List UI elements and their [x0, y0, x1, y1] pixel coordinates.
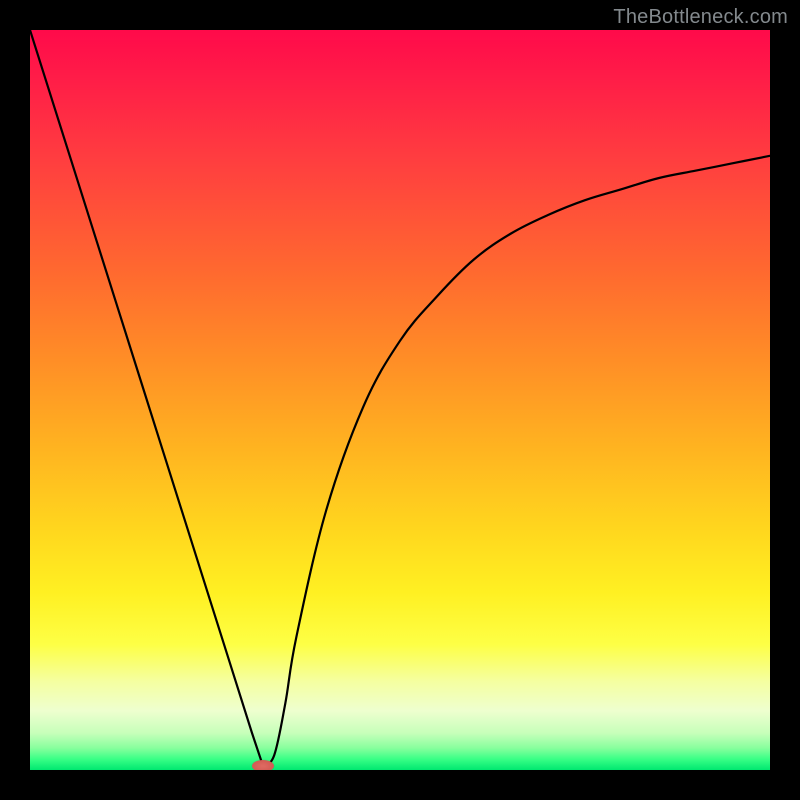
bottleneck-curve-path	[30, 30, 770, 766]
watermark-text: TheBottleneck.com	[613, 6, 788, 29]
minimum-marker	[252, 760, 274, 770]
chart-frame	[30, 30, 770, 770]
chart-curve-svg	[30, 30, 770, 770]
